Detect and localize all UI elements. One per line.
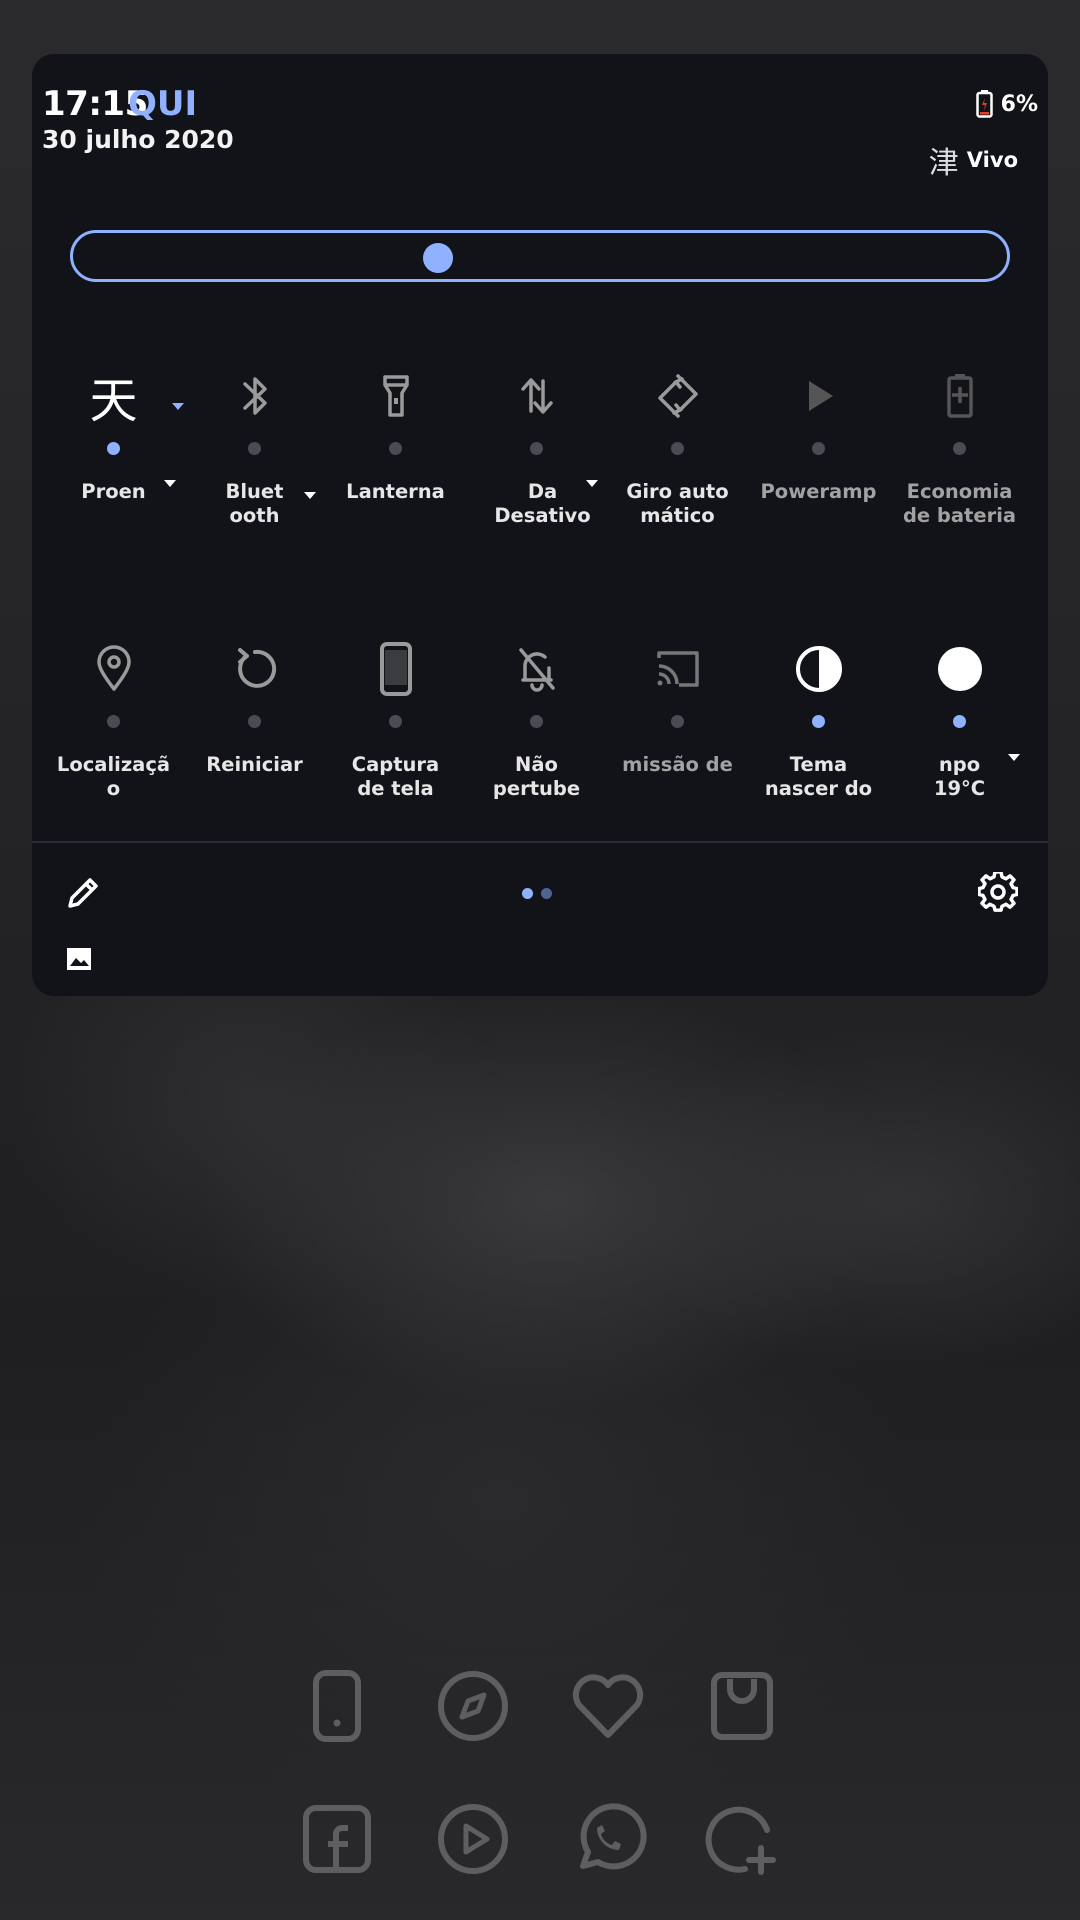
bluetooth-icon: [225, 366, 285, 426]
tile-status-dot: [389, 715, 402, 728]
page-dot: [541, 888, 552, 899]
tile-proen[interactable]: 天 Proen: [43, 366, 184, 528]
kanji-ten-icon: 天: [89, 373, 138, 429]
tile-label: Reiniciar: [206, 753, 303, 776]
theme-contrast-icon: [789, 639, 849, 699]
brightness-slider[interactable]: [70, 230, 1010, 282]
weather-circle-icon: [930, 639, 990, 699]
tile-mobile-data[interactable]: Da Desativo: [466, 366, 607, 528]
screenshot-phone-icon: [366, 639, 426, 699]
tile-screenshot[interactable]: Captura de tela: [325, 639, 466, 801]
tile-location[interactable]: Localizaçã o: [43, 639, 184, 801]
clock-date[interactable]: 30 julho 2020: [42, 125, 234, 154]
tile-status-dot: [953, 442, 966, 455]
tile-expand-caret[interactable]: [586, 480, 598, 487]
image-icon[interactable]: [64, 944, 94, 974]
tile-label: Captura de tela: [351, 753, 440, 800]
tile-label: Tema nascer do: [764, 753, 873, 800]
tile-restart[interactable]: Reiniciar: [184, 639, 325, 801]
battery-percentage: 6%: [1000, 91, 1038, 117]
tile-status-dot: [812, 442, 825, 455]
tile-expand-caret[interactable]: [172, 403, 184, 410]
compass-icon[interactable]: [434, 1667, 512, 1745]
tile-status-dot: [812, 715, 825, 728]
phone-icon[interactable]: [298, 1667, 376, 1745]
tile-battery-saver[interactable]: Economia de bateria: [889, 366, 1030, 528]
tile-label: Da Desativo: [494, 480, 591, 527]
tile-flashlight[interactable]: Lanterna: [325, 366, 466, 528]
tile-label: Não pertube: [492, 753, 581, 800]
play-icon: [789, 366, 849, 426]
shopping-bag-icon[interactable]: [703, 1667, 781, 1745]
carrier-glyph: 津: [928, 146, 959, 181]
battery-saver-icon: [930, 366, 990, 426]
flashlight-icon: [366, 366, 426, 426]
mobile-data-icon: [507, 366, 567, 426]
restart-icon: [225, 639, 285, 699]
tile-status-dot: [671, 442, 684, 455]
tile-status-dot: [530, 715, 543, 728]
tile-status-dot: [671, 715, 684, 728]
do-not-disturb-icon: [507, 639, 567, 699]
clock-day: QUI: [128, 84, 198, 124]
play-circle-icon[interactable]: [434, 1800, 512, 1878]
tile-status-dot: [248, 442, 261, 455]
tile-status-dot: [107, 715, 120, 728]
pencil-icon[interactable]: [62, 874, 102, 914]
tile-label: Localizaçã o: [56, 753, 171, 800]
carrier-name: Vivo: [966, 148, 1018, 172]
tile-status-dot: [107, 442, 120, 455]
tile-status-dot: [248, 715, 261, 728]
tile-expand-caret[interactable]: [304, 492, 316, 499]
facebook-icon[interactable]: [298, 1800, 376, 1878]
tile-expand-caret[interactable]: [1008, 754, 1020, 761]
page-indicator: [522, 888, 552, 899]
quick-settings-panel: 17:15 QUI 30 julho 2020 6% 津 Vivo 天 Proe…: [32, 54, 1048, 996]
tile-label: Giro auto mático: [626, 480, 729, 527]
tile-status-dot: [953, 715, 966, 728]
heart-icon[interactable]: [569, 1667, 647, 1745]
tile-status-dot: [530, 442, 543, 455]
tile-auto-rotate[interactable]: Giro auto mático: [607, 366, 748, 528]
tile-label: Poweramp: [760, 480, 877, 503]
location-icon: [84, 639, 144, 699]
tile-label: Lanterna: [346, 480, 445, 503]
page-dot-active: [522, 888, 533, 899]
tile-theme[interactable]: Tema nascer do: [748, 639, 889, 801]
tile-weather[interactable]: npo 19°C: [889, 639, 1030, 801]
tile-label: Proen: [81, 480, 146, 503]
tile-label: Bluet ooth: [225, 480, 284, 527]
gear-icon[interactable]: [978, 872, 1018, 912]
auto-rotate-icon: [648, 366, 708, 426]
tile-poweramp[interactable]: Poweramp: [748, 366, 889, 528]
panel-divider: [32, 841, 1048, 843]
battery-icon: [975, 90, 993, 118]
tile-bluetooth[interactable]: Bluet ooth: [184, 366, 325, 528]
tile-label: Economia de bateria: [902, 480, 1017, 527]
add-circle-icon[interactable]: [703, 1800, 781, 1878]
battery-status: 6%: [975, 90, 1038, 118]
carrier-info: 津 Vivo: [929, 138, 1018, 182]
tile-cast[interactable]: missão de: [607, 639, 748, 801]
tile-do-not-disturb[interactable]: Não pertube: [466, 639, 607, 801]
whatsapp-icon[interactable]: [569, 1800, 647, 1878]
brightness-slider-thumb[interactable]: [423, 243, 453, 273]
tile-status-dot: [389, 442, 402, 455]
tile-expand-caret[interactable]: [164, 480, 176, 487]
cast-icon: [648, 639, 708, 699]
tile-label: missão de: [622, 753, 733, 776]
